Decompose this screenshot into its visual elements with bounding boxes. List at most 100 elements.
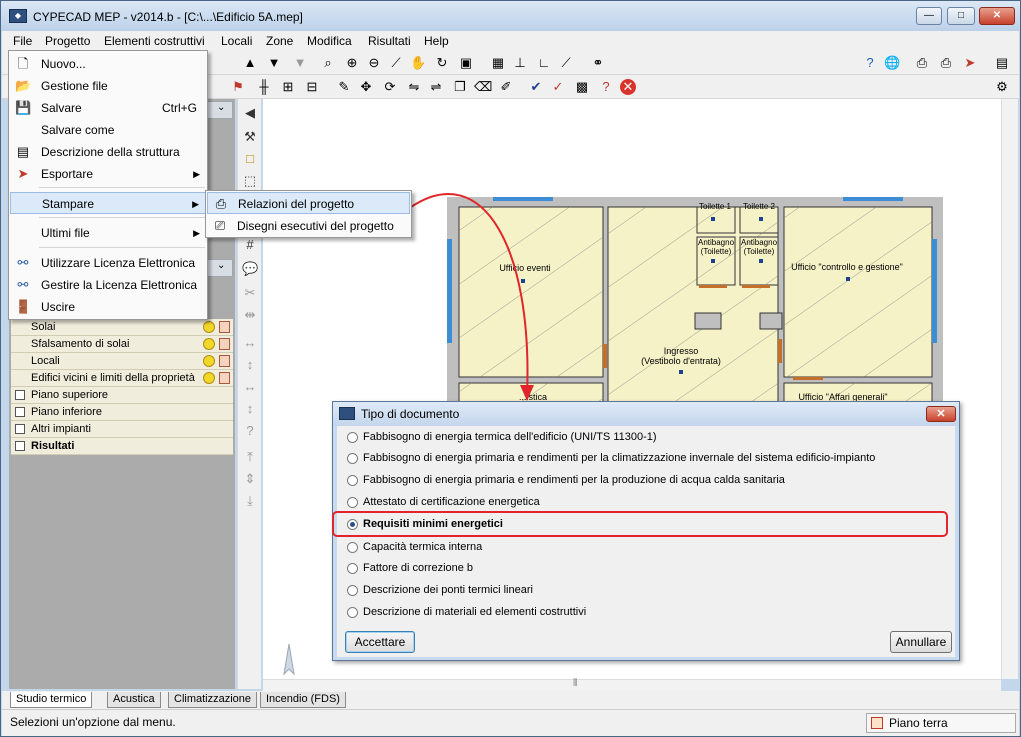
status-dot-icon[interactable] xyxy=(203,338,215,350)
status-dot-icon[interactable] xyxy=(203,355,215,367)
cut-icon[interactable]: ✂ xyxy=(242,285,258,301)
errors-query-icon[interactable]: ? xyxy=(598,79,614,95)
menu-modifica[interactable]: Modifica xyxy=(307,34,352,48)
status-dot-icon[interactable] xyxy=(203,321,215,333)
menu-risultati[interactable]: Risultati xyxy=(368,34,411,48)
vertical-arrow-icon[interactable]: ↕ xyxy=(242,357,258,373)
menu-item-gestire-licenza[interactable]: ⚯ Gestire la Licenza Elettronica xyxy=(10,274,207,296)
eraser-icon[interactable]: ⌫ xyxy=(474,79,492,95)
checkbox[interactable] xyxy=(15,441,25,451)
checkbox[interactable] xyxy=(15,407,25,417)
option-fattore-correzione[interactable]: Fattore di correzione b xyxy=(343,558,943,578)
menu-elementi-costruttivi[interactable]: Elementi costruttivi xyxy=(104,34,205,48)
close-button[interactable]: ✕ xyxy=(979,7,1015,25)
current-floor[interactable]: Piano terra xyxy=(866,713,1016,733)
menu-item-utilizzare-licenza[interactable]: ⚯ Utilizzare Licenza Elettronica xyxy=(10,252,207,274)
accept-button[interactable]: Accettare xyxy=(345,631,415,653)
check-query-icon[interactable]: ✓ xyxy=(550,79,566,95)
menu-item-gestione-file[interactable]: 📂 Gestione file xyxy=(10,75,207,97)
cancel-button[interactable]: Annullare xyxy=(890,631,952,653)
status-dot-icon[interactable] xyxy=(203,372,215,384)
option-ponti-termici[interactable]: Descrizione dei ponti termici lineari xyxy=(343,580,943,600)
tab-climatizzazione[interactable]: Climatizzazione xyxy=(168,692,258,708)
menu-item-descrizione-struttura[interactable]: ▤ Descrizione della struttura xyxy=(10,141,207,163)
slope-icon[interactable]: ⟋ xyxy=(558,55,574,71)
grid-icon[interactable]: # xyxy=(242,237,258,253)
menu-item-nuovo[interactable]: 🗋 Nuovo... xyxy=(10,53,207,75)
mirror-copy-icon[interactable]: ⇌ xyxy=(428,79,444,95)
menu-item-uscire[interactable]: 🚪 Uscire xyxy=(10,296,207,318)
option-materiali[interactable]: Descrizione di materiali ed elementi cos… xyxy=(343,602,943,622)
option-acqua-calda[interactable]: Fabbisogno di energia primaria e rendime… xyxy=(343,470,943,490)
zoom-window-icon[interactable]: ⌕ xyxy=(320,55,336,71)
stop-icon[interactable]: ✕ xyxy=(620,79,636,95)
collapse-icon[interactable]: ⌄ xyxy=(217,260,225,271)
dialog-close-button[interactable]: ✕ xyxy=(926,406,956,422)
window-view-icon[interactable]: ▣ xyxy=(458,55,474,71)
panel-row-solai[interactable]: Solai xyxy=(11,319,233,336)
rotate-icon[interactable]: ⟳ xyxy=(382,79,398,95)
maximize-button[interactable]: □ xyxy=(947,7,975,25)
menu-help[interactable]: Help xyxy=(424,34,449,48)
redraw-icon[interactable]: ↻ xyxy=(434,55,450,71)
layout-icon[interactable]: ▤ xyxy=(994,55,1010,71)
mirror-icon[interactable]: ⇋ xyxy=(406,79,422,95)
measure-icon[interactable]: ⟋ xyxy=(388,55,404,71)
radio-button[interactable] xyxy=(347,607,358,618)
menu-item-stampare[interactable]: Stampare ▶ xyxy=(10,192,207,214)
column-icon[interactable]: ╫ xyxy=(256,79,272,95)
menu-item-salvare-come[interactable]: Salvare come xyxy=(10,119,207,141)
dotted-rectangle-icon[interactable]: ⬚ xyxy=(242,173,258,189)
radio-button[interactable] xyxy=(347,542,358,553)
check-icon[interactable]: ✔ xyxy=(528,79,544,95)
object-box-icon[interactable] xyxy=(219,355,230,367)
element-group-icon[interactable]: ⊟ xyxy=(304,79,320,95)
option-attestato[interactable]: Attestato di certificazione energetica xyxy=(343,492,943,512)
rectangle-icon[interactable]: □ xyxy=(242,151,258,167)
panel-row-piano-inferiore[interactable]: Piano inferiore xyxy=(11,404,233,421)
radio-button[interactable] xyxy=(347,585,358,596)
menu-item-ultimi-file[interactable]: Ultimi file ▶ xyxy=(10,222,207,244)
tab-incendio[interactable]: Incendio (FDS) xyxy=(260,692,346,708)
menu-item-esportare[interactable]: ➤ Esportare ▶ xyxy=(10,163,207,185)
panel-row-risultati[interactable]: Risultati xyxy=(11,438,233,455)
option-fabbisogno-termica[interactable]: Fabbisogno di energia termica dell'edifi… xyxy=(343,427,943,447)
room-ufficio-eventi[interactable] xyxy=(458,206,604,378)
menu-zone[interactable]: Zone xyxy=(266,34,293,48)
align-middle-icon[interactable]: ⇕ xyxy=(242,471,258,487)
panel-row-sfalsamento[interactable]: Sfalsamento di solai xyxy=(11,336,233,353)
settings-icon[interactable]: ⚙ xyxy=(994,79,1010,95)
vertical-scrollbar[interactable] xyxy=(1001,99,1018,679)
collapse-left-icon[interactable]: ◀ xyxy=(242,105,258,121)
object-box-icon[interactable] xyxy=(219,338,230,350)
align-top-icon[interactable]: ⤒ xyxy=(242,449,258,465)
room-ufficio-controllo[interactable] xyxy=(783,206,933,378)
submenu-item-relazioni[interactable]: ⎙ Relazioni del progetto xyxy=(207,192,410,214)
scroll-thumb-grip-icon[interactable]: ⦀ xyxy=(573,678,577,689)
pencil-icon[interactable]: ✎ xyxy=(336,79,352,95)
panel-row-locali[interactable]: Locali xyxy=(11,353,233,370)
dimension-icon[interactable]: ⊥ xyxy=(512,55,528,71)
option-capacita-termica[interactable]: Capacità termica interna xyxy=(343,537,943,557)
object-box-icon[interactable] xyxy=(219,372,230,384)
export-icon[interactable]: ➤ xyxy=(962,55,978,71)
flag-icon[interactable]: ⚑ xyxy=(230,79,246,95)
vertical-arrow-icon[interactable]: ↕ xyxy=(242,401,258,417)
add-element-icon[interactable]: ⊞ xyxy=(280,79,296,95)
print-setup-icon[interactable]: ⎙ xyxy=(914,55,930,71)
grid-view-icon[interactable]: ▦ xyxy=(490,55,506,71)
menu-file[interactable]: File xyxy=(13,34,32,48)
edit-pencil-icon[interactable]: ✐ xyxy=(498,79,514,95)
arrow-up-icon[interactable]: ▲ xyxy=(242,55,258,71)
menu-item-salvare[interactable]: 💾 Salvare Ctrl+G xyxy=(10,97,207,119)
angle-dimension-icon[interactable]: ∟ xyxy=(536,55,552,71)
radio-button[interactable] xyxy=(347,497,358,508)
binoculars-icon[interactable]: ⚭ xyxy=(590,55,606,71)
checkbox[interactable] xyxy=(15,390,25,400)
panel-row-altri-impianti[interactable]: Altri impianti xyxy=(11,421,233,438)
help-icon[interactable]: ? xyxy=(862,55,878,71)
globe-icon[interactable]: 🌐 xyxy=(884,55,900,71)
radio-button[interactable] xyxy=(347,432,358,443)
submenu-item-disegni[interactable]: ⎚ Disegni esecutivi del progetto xyxy=(207,215,410,237)
zoom-out-icon[interactable]: ⊖ xyxy=(366,55,382,71)
